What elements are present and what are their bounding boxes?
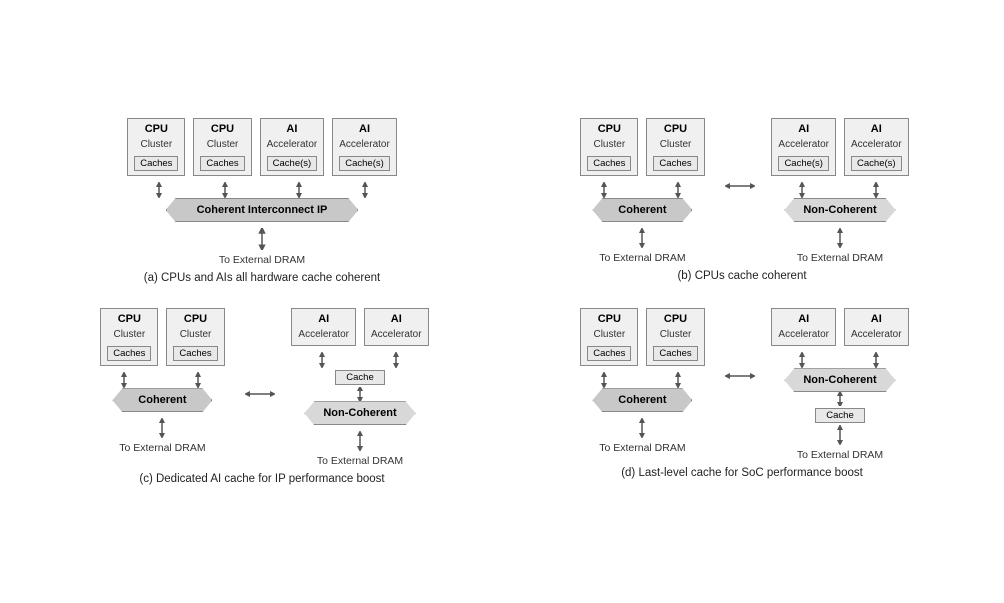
left-arrows-b [575, 182, 709, 198]
proc-cpu1-c: CPU Cluster Caches [100, 308, 158, 366]
proc-title: AI [359, 123, 370, 136]
diagram-d: CPU Cluster Caches CPU Cluster Caches [512, 308, 972, 485]
noncoherent-banner-d: Non-Coherent [784, 368, 895, 392]
proc-ai1-a: AI Accelerator Cache(s) [260, 118, 325, 176]
vert-arrows-a [130, 182, 394, 198]
cache-box: Cache(s) [339, 156, 390, 171]
caption-a: (a) CPUs and AIs all hardware cache cohe… [144, 272, 381, 284]
proc-cpu2-a: CPU Cluster Caches [193, 118, 251, 176]
right-procs-d: AI Accelerator AI Accelerator [771, 308, 908, 346]
h-arrow-b [725, 178, 755, 194]
proc-cpu2-b: CPU Cluster Caches [646, 118, 704, 176]
noncoherent-banner-c: Non-Coherent [304, 401, 415, 425]
dram-arrow-a [252, 228, 272, 250]
proc-ai2-d: AI Accelerator [844, 308, 909, 346]
right-section-c: AI Accelerator AI Accelerator [291, 308, 428, 467]
proc-title: CPU [211, 123, 234, 136]
proc-ai2-a: AI Accelerator Cache(s) [332, 118, 397, 176]
diagram-a: CPU Cluster Caches CPU Cluster Caches AI… [32, 118, 492, 284]
proc-ai1-d: AI Accelerator [771, 308, 836, 346]
noncoherent-banner-b: Non-Coherent [784, 198, 895, 222]
diagram-b: CPU Cluster Caches CPU Cluster Caches [512, 118, 972, 284]
interconnect-banner-a: Coherent Interconnect IP [166, 198, 359, 222]
left-section-c: CPU Cluster Caches CPU Cluster Caches [95, 308, 229, 454]
proc-cpu1-d: CPU Cluster Caches [580, 308, 638, 366]
cache-box: Caches [200, 156, 244, 171]
left-procs-c: CPU Cluster Caches CPU Cluster Caches [95, 308, 229, 366]
right-procs-c: AI Accelerator AI Accelerator [291, 308, 428, 346]
proc-sub: Cluster [140, 139, 172, 151]
left-section-b: CPU Cluster Caches CPU Cluster Caches [575, 118, 709, 264]
proc-cpu1-a: CPU Cluster Caches [127, 118, 185, 176]
diagrams-grid: CPU Cluster Caches CPU Cluster Caches AI… [32, 118, 972, 485]
proc-sub: Accelerator [339, 139, 390, 151]
proc-ai1-b: AI Accelerator Cache(s) [771, 118, 836, 176]
caption-c: (c) Dedicated AI cache for IP performanc… [139, 473, 384, 485]
proc-cpu2-c: CPU Cluster Caches [166, 308, 224, 366]
diagram-c: CPU Cluster Caches CPU Cluster Caches [32, 308, 492, 485]
proc-row-a: CPU Cluster Caches CPU Cluster Caches AI… [32, 118, 492, 176]
proc-sub: Accelerator [267, 139, 318, 151]
mid-cache-d: Cache [815, 408, 865, 423]
proc-cpu2-d: CPU Cluster Caches [646, 308, 704, 366]
coherent-banner-b: Coherent [592, 198, 692, 222]
two-col-b: CPU Cluster Caches CPU Cluster Caches [575, 118, 908, 264]
mid-cache-c: Cache [335, 370, 385, 385]
proc-ai1-c: AI Accelerator [291, 308, 356, 346]
proc-ai2-b: AI Accelerator Cache(s) [844, 118, 909, 176]
left-section-d: CPU Cluster Caches CPU Cluster Caches [575, 308, 709, 454]
proc-cpu1-b: CPU Cluster Caches [580, 118, 638, 176]
right-procs-b: AI Accelerator Cache(s) AI Accelerator C… [771, 118, 908, 176]
proc-title: CPU [145, 123, 168, 136]
proc-sub: Cluster [207, 139, 239, 151]
two-col-c: CPU Cluster Caches CPU Cluster Caches [95, 308, 428, 467]
left-procs-d: CPU Cluster Caches CPU Cluster Caches [575, 308, 709, 366]
caption-b: (b) CPUs cache coherent [677, 270, 806, 282]
right-arrows-b [773, 182, 907, 198]
coherent-banner-c: Coherent [112, 388, 212, 412]
left-procs-b: CPU Cluster Caches CPU Cluster Caches [575, 118, 709, 176]
proc-ai2-c: AI Accelerator [364, 308, 429, 346]
ext-dram-a: To External DRAM [219, 254, 305, 266]
caption-d: (d) Last-level cache for SoC performance… [621, 467, 863, 479]
coherent-banner-d: Coherent [592, 388, 692, 412]
right-dram-b: To External DRAM [797, 252, 883, 264]
right-section-d: AI Accelerator AI Accelerator [771, 308, 908, 461]
cache-box: Cache(s) [267, 156, 318, 171]
page: CPU Cluster Caches CPU Cluster Caches AI… [22, 102, 982, 501]
left-dram-b: To External DRAM [599, 252, 685, 264]
proc-title: AI [286, 123, 297, 136]
right-section-b: AI Accelerator Cache(s) AI Accelerator C… [771, 118, 908, 264]
cache-box: Caches [134, 156, 178, 171]
two-col-d: CPU Cluster Caches CPU Cluster Caches [575, 308, 908, 461]
